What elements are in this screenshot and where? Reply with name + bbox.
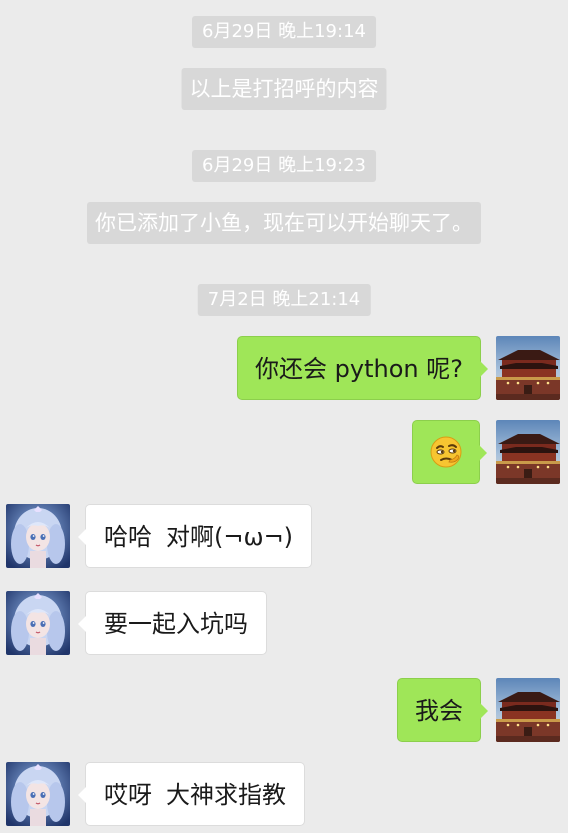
message-text: 你还会 python 呢? xyxy=(255,355,463,383)
friend-avatar[interactable] xyxy=(6,504,70,568)
timestamp: 6月29日 晚上19:23 xyxy=(192,150,376,182)
anime-girl-avatar xyxy=(6,591,70,655)
friend-avatar[interactable] xyxy=(6,591,70,655)
message-text: 大神求指教 xyxy=(166,781,286,809)
my-avatar[interactable] xyxy=(496,678,560,742)
outgoing-emoji-bubble[interactable] xyxy=(412,420,487,484)
incoming-message-bubble[interactable]: 要一起入坑吗 xyxy=(78,591,267,655)
friend-avatar[interactable] xyxy=(6,762,70,826)
gate-tower-photo-avatar xyxy=(496,678,560,742)
outgoing-message-bubble[interactable]: 你还会 python 呢? xyxy=(237,336,488,400)
system-note: 你已添加了小鱼，现在可以开始聊天了。 xyxy=(87,202,481,244)
outgoing-message-bubble[interactable]: 我会 xyxy=(397,678,488,742)
message-text: 我会 xyxy=(415,697,463,725)
timestamp: 7月2日 晚上21:14 xyxy=(197,284,371,316)
gate-tower-photo-avatar xyxy=(496,420,560,484)
message-text: 哈哈 xyxy=(104,523,152,551)
message-text: 哎呀 xyxy=(104,781,152,809)
anime-girl-avatar xyxy=(6,504,70,568)
message-text: 对啊(¬ω¬) xyxy=(166,523,294,551)
timestamp: 6月29日 晚上19:14 xyxy=(192,16,376,48)
thinking-face-icon xyxy=(430,436,462,468)
incoming-message-bubble[interactable]: 哈哈 对啊(¬ω¬) xyxy=(77,504,313,568)
my-avatar[interactable] xyxy=(496,420,560,484)
my-avatar[interactable] xyxy=(496,336,560,400)
gate-tower-photo-avatar xyxy=(496,336,560,400)
message-text: 要一起入坑吗 xyxy=(104,610,248,638)
incoming-message-bubble[interactable]: 哎呀 大神求指教 xyxy=(78,762,305,826)
chat-area[interactable]: 6月29日 晚上19:14 以上是打招呼的内容 6月29日 晚上19:23 你已… xyxy=(0,0,568,833)
anime-girl-avatar xyxy=(6,762,70,826)
system-note: 以上是打招呼的内容 xyxy=(181,68,387,110)
